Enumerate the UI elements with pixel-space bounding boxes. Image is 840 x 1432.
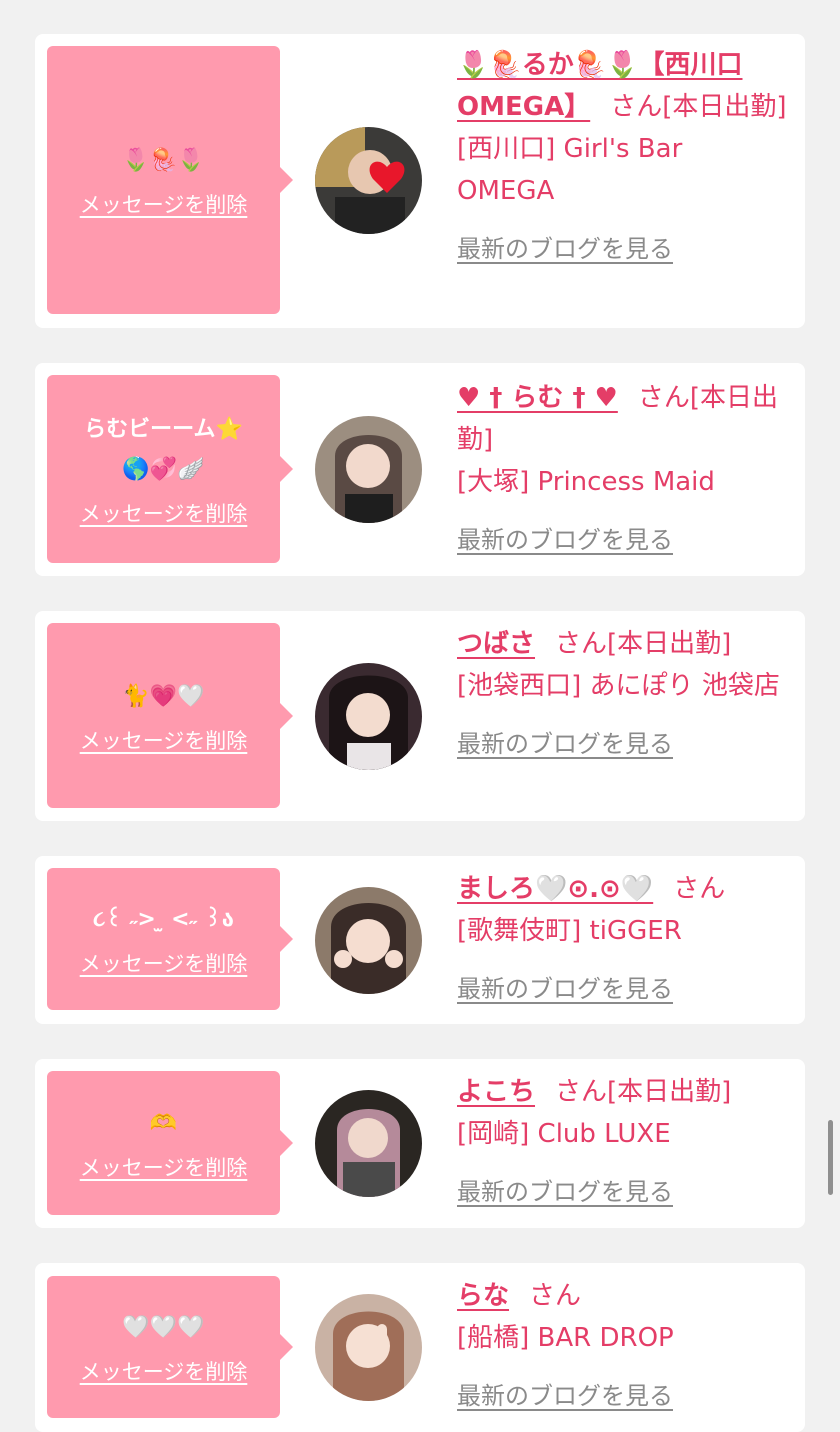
san-label: さん <box>555 629 608 659</box>
shop-name: [歌舞伎町] tiGGER <box>457 916 682 946</box>
list-item: 🐈💗🤍 メッセージを削除 つばさ さん[本日出勤] [池袋西口] あにぽり 池袋店… <box>35 611 805 821</box>
latest-blog-link[interactable]: 最新のブログを見る <box>457 723 787 765</box>
delete-message-link[interactable]: メッセージを削除 <box>80 498 248 528</box>
delete-message-link[interactable]: メッセージを削除 <box>80 1356 248 1386</box>
cast-info: 🌷🪼るか🪼🌷【西川口OMEGA】 さん[本日出勤] [西川口] Girl's Ba… <box>457 44 787 270</box>
message-text: 🌷🪼🌷 <box>122 148 205 173</box>
message-text: 🤍🤍🤍 <box>122 1315 205 1340</box>
cast-name-link[interactable]: らな <box>457 1281 509 1311</box>
message-bubble: 🌷🪼🌷 メッセージを削除 <box>47 46 293 314</box>
avatar[interactable] <box>315 127 422 234</box>
latest-blog-link[interactable]: 最新のブログを見る <box>457 968 787 1010</box>
message-text: 🫶 <box>149 1111 178 1136</box>
cast-info: ましろ🤍⊙.⊙🤍 さん [歌舞伎町] tiGGER 最新のブログを見る <box>457 868 787 1010</box>
san-label: さん <box>555 1077 608 1107</box>
shop-name: [岡崎] Club LUXE <box>457 1119 671 1149</box>
message-bubble: 🫶 メッセージを削除 <box>47 1071 293 1215</box>
shop-name: [大塚] Princess Maid <box>457 467 715 497</box>
message-bubble: 🐈💗🤍 メッセージを削除 <box>47 623 293 808</box>
list-item: 🤍🤍🤍 メッセージを削除 らな さん [船橋] BAR DROP 最新のブログを見… <box>35 1263 805 1432</box>
delete-message-link[interactable]: メッセージを削除 <box>80 1152 248 1182</box>
message-text: らむビーーム⭐️ 🌎💞🪽 <box>84 417 243 482</box>
cast-name-link[interactable]: よこち <box>457 1077 535 1107</box>
avatar[interactable] <box>315 663 422 770</box>
attendance-status: [本日出勤] <box>662 92 787 122</box>
attendance-status: [本日出勤] <box>607 1077 732 1107</box>
shop-name: [池袋西口] あにぽり 池袋店 <box>457 671 780 701</box>
list-item: らむビーーム⭐️ 🌎💞🪽 メッセージを削除 ♥︎ † らむ † ♥︎ さん[本日出… <box>35 363 805 576</box>
san-label: さん <box>610 92 663 122</box>
latest-blog-link[interactable]: 最新のブログを見る <box>457 519 787 561</box>
list-item: ૮꒰ ˶> ̫ <˶ ꒱ა メッセージを削除 ましろ🤍⊙.⊙🤍 さん [歌舞伎町]… <box>35 856 805 1024</box>
san-label: さん <box>637 383 690 413</box>
cast-name-link[interactable]: つばさ <box>457 629 535 659</box>
attendance-status: [本日出勤] <box>607 629 732 659</box>
avatar[interactable] <box>315 416 422 523</box>
delete-message-link[interactable]: メッセージを削除 <box>80 948 248 978</box>
avatar[interactable] <box>315 1294 422 1401</box>
message-bubble: ૮꒰ ˶> ̫ <˶ ꒱ა メッセージを削除 <box>47 868 293 1010</box>
message-bubble: 🤍🤍🤍 メッセージを削除 <box>47 1276 293 1418</box>
message-text: ૮꒰ ˶> ̫ <˶ ꒱ა <box>93 907 234 932</box>
san-label: さん <box>673 874 726 904</box>
cast-info: ♥︎ † らむ † ♥︎ さん[本日出勤] [大塚] Princess Maid … <box>457 377 787 561</box>
cast-name-link[interactable]: ましろ🤍⊙.⊙🤍 <box>457 874 653 904</box>
avatar[interactable] <box>315 887 422 994</box>
list-item: 🌷🪼🌷 メッセージを削除 🌷🪼るか🪼🌷【西川口OMEGA】 さん[本日出勤] [西… <box>35 34 805 328</box>
delete-message-link[interactable]: メッセージを削除 <box>80 725 248 755</box>
latest-blog-link[interactable]: 最新のブログを見る <box>457 1171 787 1213</box>
avatar[interactable] <box>315 1090 422 1197</box>
shop-name: [船橋] BAR DROP <box>457 1323 674 1353</box>
cast-info: つばさ さん[本日出勤] [池袋西口] あにぽり 池袋店 最新のブログを見る <box>457 623 787 765</box>
scrollbar[interactable] <box>828 1120 833 1195</box>
san-label: さん <box>529 1281 582 1311</box>
latest-blog-link[interactable]: 最新のブログを見る <box>457 228 787 270</box>
delete-message-link[interactable]: メッセージを削除 <box>80 189 248 219</box>
latest-blog-link[interactable]: 最新のブログを見る <box>457 1375 787 1417</box>
shop-name: [西川口] Girl's Bar OMEGA <box>457 134 683 206</box>
cast-name-link[interactable]: ♥︎ † らむ † ♥︎ <box>457 383 618 413</box>
message-text: 🐈💗🤍 <box>122 683 205 709</box>
message-bubble: らむビーーム⭐️ 🌎💞🪽 メッセージを削除 <box>47 375 293 563</box>
cast-info: らな さん [船橋] BAR DROP 最新のブログを見る <box>457 1275 787 1417</box>
cast-info: よこち さん[本日出勤] [岡崎] Club LUXE 最新のブログを見る <box>457 1071 787 1213</box>
list-item: 🫶 メッセージを削除 よこち さん[本日出勤] [岡崎] Club LUXE 最新… <box>35 1059 805 1228</box>
